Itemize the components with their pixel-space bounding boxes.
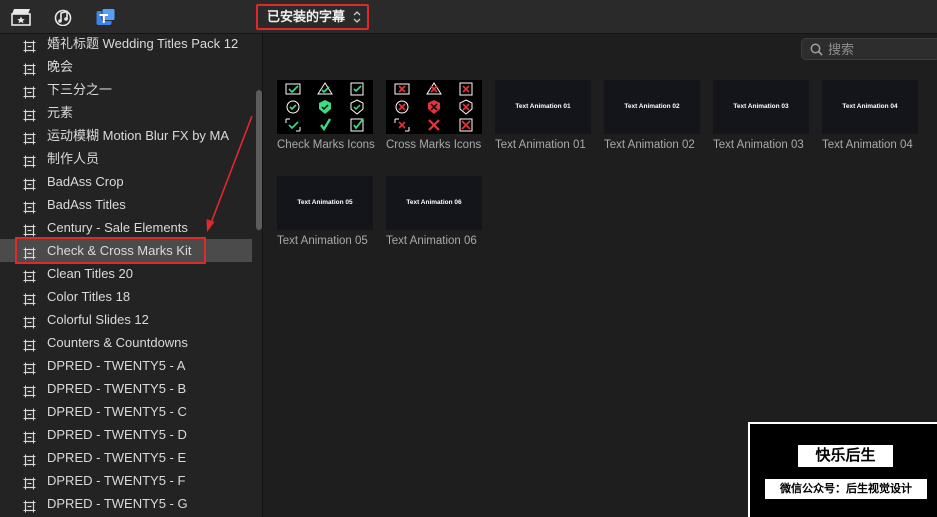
sidebar-item[interactable]: DPRED - TWENTY5 - B	[0, 377, 252, 400]
sidebar-item-label: DPRED - TWENTY5 - E	[47, 450, 187, 465]
sidebar-item-label: Clean Titles 20	[47, 266, 133, 281]
sidebar-item[interactable]: Colorful Slides 12	[0, 308, 252, 331]
watermark: 快乐后生 微信公众号：后生视觉设计	[748, 422, 937, 517]
sidebar-item-label: Century - Sale Elements	[47, 220, 188, 235]
search-box[interactable]	[801, 38, 937, 60]
sidebar-item[interactable]: BadAss Titles	[0, 193, 252, 216]
sidebar-item-label: 制作人员	[47, 151, 100, 166]
annotation-highlight-box	[15, 237, 206, 264]
updown-chevron-icon	[353, 6, 361, 37]
sidebar-item-label: DPRED - TWENTY5 - F	[47, 473, 186, 488]
sidebar-item-label: 婚礼标题 Wedding Titles Pack 12	[47, 36, 239, 51]
sidebar-item-label: DPRED - TWENTY5 - D	[47, 427, 187, 442]
watermark-subtitle: 微信公众号：后生视觉设计	[765, 479, 927, 499]
title-folder-icon	[23, 497, 36, 513]
sidebar-item[interactable]: Clean Titles 20	[0, 262, 252, 285]
toolbar: 已安装的字幕	[0, 0, 937, 34]
tile-label: Check Marks Icons	[277, 139, 375, 151]
sidebar-item-label: DPRED - TWENTY5 - G	[47, 496, 188, 511]
sidebar-item[interactable]: Century - Sale Elements	[0, 216, 252, 239]
sidebar-item-label: BadAss Titles	[47, 197, 126, 212]
title-folder-icon	[23, 221, 36, 237]
sidebar-item[interactable]: 运动模糊 Motion Blur FX by MA	[0, 124, 252, 147]
search-icon	[810, 43, 823, 56]
title-folder-icon	[23, 382, 36, 398]
tile-thumbnail-text: Text Animation 05	[297, 199, 353, 206]
title-folder-icon	[23, 267, 36, 283]
tile-thumbnail-text: Text Animation 01	[515, 103, 571, 110]
sidebar-item[interactable]: DPRED - TWENTY5 - F	[0, 469, 252, 492]
sidebar-item[interactable]: DPRED - TWENTY5 - D	[0, 423, 252, 446]
title-folder-icon	[23, 359, 36, 375]
sidebar-item-label: 元素	[47, 105, 74, 120]
music-note-icon[interactable]	[54, 8, 74, 26]
sidebar-item[interactable]: BadAss Crop	[0, 170, 252, 193]
sidebar-item[interactable]: DPRED - TWENTY5 - E	[0, 446, 252, 469]
title-folder-icon	[23, 60, 36, 76]
title-folder-icon	[23, 175, 36, 191]
tile-thumbnail[interactable]: Text Animation 06	[386, 176, 482, 230]
tile-thumbnail-text: Text Animation 02	[624, 103, 680, 110]
title-folder-icon	[23, 313, 36, 329]
tile-thumbnail[interactable]: Text Animation 03	[713, 80, 809, 134]
title-folder-icon	[23, 198, 36, 214]
tile-label: Text Animation 06	[386, 235, 477, 247]
sidebar-scrollbar[interactable]	[256, 90, 262, 230]
title-folder-icon	[23, 37, 36, 53]
title-folder-icon	[23, 106, 36, 122]
clapper-star-icon[interactable]	[11, 8, 31, 26]
title-folder-icon	[23, 336, 36, 352]
sidebar-item-label: DPRED - TWENTY5 - A	[47, 358, 186, 373]
library-select[interactable]: 已安装的字幕	[256, 4, 369, 30]
library-select-value: 已安装的字幕	[267, 9, 346, 24]
title-folder-icon	[23, 83, 36, 99]
title-folder-icon	[23, 152, 36, 168]
tile-thumbnail-text: Text Animation 03	[733, 103, 789, 110]
tile-label: Text Animation 01	[495, 139, 586, 151]
title-folder-icon	[23, 474, 36, 490]
titles-icon[interactable]	[96, 8, 116, 26]
sidebar-item[interactable]: Color Titles 18	[0, 285, 252, 308]
sidebar-item-label: Colorful Slides 12	[47, 312, 149, 327]
title-folder-icon	[23, 451, 36, 467]
tile-thumbnail-text: Text Animation 06	[406, 199, 462, 206]
sidebar-item[interactable]: 制作人员	[0, 147, 252, 170]
library-sidebar: DPRED - TWENTY5 - G DPRED - TWENTY5 - F DP…	[0, 34, 263, 517]
sidebar-item[interactable]: DPRED - TWENTY5 - A	[0, 354, 252, 377]
tile-label: Text Animation 02	[604, 139, 695, 151]
tile-label: Text Animation 05	[277, 235, 368, 247]
sidebar-item-label: DPRED - TWENTY5 - B	[47, 381, 187, 396]
title-folder-icon	[23, 428, 36, 444]
tile-thumbnail[interactable]	[277, 80, 373, 134]
title-folder-icon	[23, 129, 36, 145]
sidebar-item[interactable]: 晚会	[0, 55, 252, 78]
tile-thumbnail[interactable]: Text Animation 02	[604, 80, 700, 134]
tile-label: Text Animation 04	[822, 139, 913, 151]
tile-thumbnail[interactable]: Text Animation 01	[495, 80, 591, 134]
search-input[interactable]	[828, 40, 937, 58]
title-folder-icon	[23, 290, 36, 306]
watermark-title: 快乐后生	[798, 445, 893, 467]
sidebar-item-label: 运动模糊 Motion Blur FX by MA	[47, 128, 230, 143]
sidebar-item[interactable]: 下三分之一	[0, 78, 252, 101]
sidebar-item-label: 下三分之一	[47, 82, 113, 97]
tile-thumbnail[interactable]: Text Animation 05	[277, 176, 373, 230]
tile-thumbnail-text: Text Animation 04	[842, 103, 898, 110]
tile-label: Text Animation 03	[713, 139, 804, 151]
sidebar-item[interactable]: DPRED - TWENTY5 - C	[0, 400, 252, 423]
tile-thumbnail[interactable]: Text Animation 04	[822, 80, 918, 134]
sidebar-item-label: Color Titles 18	[47, 289, 131, 304]
sidebar-item[interactable]: 元素	[0, 101, 252, 124]
sidebar-item[interactable]: DPRED - TWENTY5 - G	[0, 492, 252, 515]
sidebar-item-label: DPRED - TWENTY5 - C	[47, 404, 187, 419]
sidebar-item-label: 晚会	[47, 59, 74, 74]
sidebar-item[interactable]: Counters & Countdowns	[0, 331, 252, 354]
sidebar-item[interactable]: 婚礼标题 Wedding Titles Pack 12	[0, 34, 252, 55]
title-folder-icon	[23, 405, 36, 421]
tile-thumbnail[interactable]	[386, 80, 482, 134]
sidebar-item-label: Counters & Countdowns	[47, 335, 188, 350]
tile-label: Cross Marks Icons	[386, 139, 482, 151]
sidebar-item-label: BadAss Crop	[47, 174, 124, 189]
